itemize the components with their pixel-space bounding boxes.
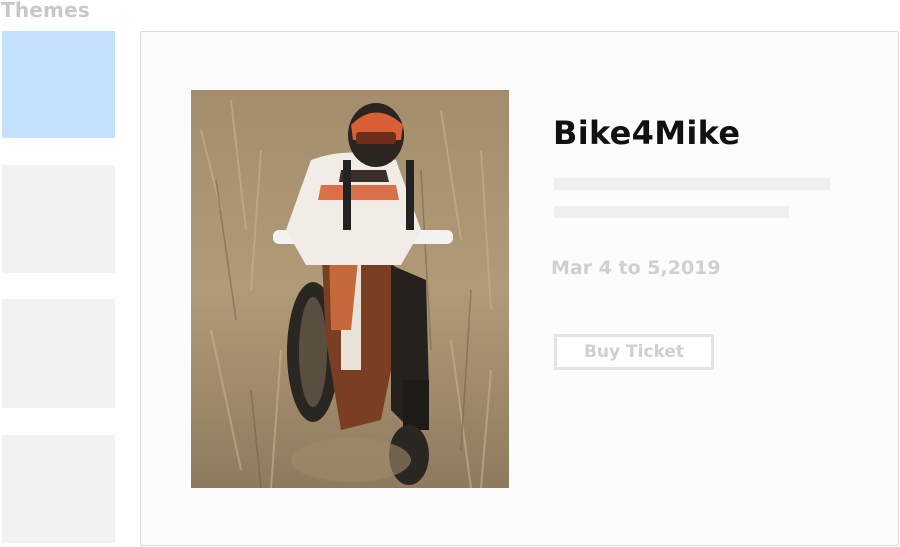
dirt-bike-rider-image bbox=[191, 90, 509, 488]
description-placeholder-line-2 bbox=[554, 206, 789, 218]
theme-tile-1[interactable] bbox=[2, 31, 115, 138]
buy-ticket-button[interactable]: Buy Ticket bbox=[554, 334, 714, 370]
event-preview-card: Bike4Mike Mar 4 to 5,2019 Buy Ticket bbox=[140, 31, 899, 546]
event-photo bbox=[191, 90, 509, 488]
event-date: Mar 4 to 5,2019 bbox=[551, 257, 721, 279]
description-placeholder-line-1 bbox=[554, 178, 830, 190]
theme-tile-4[interactable] bbox=[2, 435, 115, 543]
themes-heading: Themes bbox=[1, 0, 90, 22]
theme-tile-2[interactable] bbox=[2, 165, 115, 273]
theme-tile-3[interactable] bbox=[2, 299, 115, 408]
event-title: Bike4Mike bbox=[553, 114, 741, 152]
